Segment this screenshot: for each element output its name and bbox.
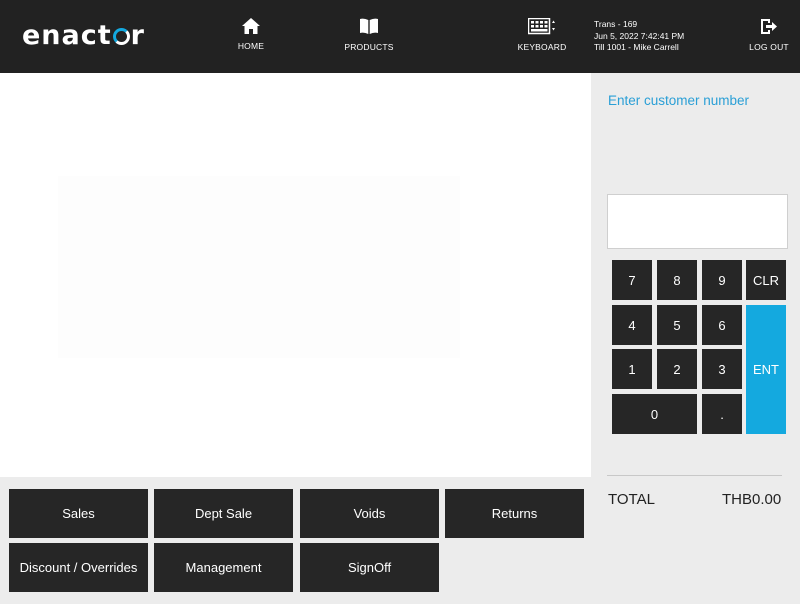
dept-sale-button[interactable]: Dept Sale xyxy=(154,489,293,538)
total-amount: THB0.00 xyxy=(722,491,782,508)
key-5[interactable]: 5 xyxy=(657,305,697,345)
keyboard-button[interactable]: KEYBOARD xyxy=(515,18,569,62)
home-icon xyxy=(242,18,260,34)
transaction-area xyxy=(0,73,591,477)
logout-icon xyxy=(761,19,777,34)
voids-button[interactable]: Voids xyxy=(300,489,439,538)
key-3[interactable]: 3 xyxy=(702,349,742,389)
transaction-info: Trans - 169 Jun 5, 2022 7:42:41 PM Till … xyxy=(594,19,684,54)
products-button[interactable]: PRODUCTS xyxy=(343,18,395,62)
input-prompt: Enter customer number xyxy=(608,93,750,108)
returns-button[interactable]: Returns xyxy=(445,489,584,538)
signoff-button[interactable]: SignOff xyxy=(300,543,439,592)
key-1[interactable]: 1 xyxy=(612,349,652,389)
key-9[interactable]: 9 xyxy=(702,260,742,300)
key-8[interactable]: 8 xyxy=(657,260,697,300)
home-button[interactable]: HOME xyxy=(234,18,268,62)
logo-text-end: r xyxy=(130,20,145,51)
keyboard-icon xyxy=(528,18,555,35)
till-operator: Till 1001 - Mike Carrell xyxy=(594,42,679,52)
keyboard-label: KEYBOARD xyxy=(517,42,567,52)
total-label: TOTAL xyxy=(608,491,655,508)
book-icon xyxy=(360,18,378,34)
logo-o-ring xyxy=(112,28,130,45)
enactor-logo: enact r xyxy=(22,18,145,54)
key-6[interactable]: 6 xyxy=(702,305,742,345)
logout-label: LOG OUT xyxy=(749,42,789,52)
transaction-datetime: Jun 5, 2022 7:42:41 PM xyxy=(594,30,685,41)
key-0[interactable]: 0 xyxy=(612,394,697,434)
key-7[interactable]: 7 xyxy=(612,260,652,300)
top-bar: enact r HOME PRODUCTS KEYBOARD Trans - 16… xyxy=(0,0,800,73)
clear-key[interactable]: CLR xyxy=(746,260,786,300)
discount-overrides-button[interactable]: Discount / Overrides xyxy=(9,543,148,592)
management-button[interactable]: Management xyxy=(154,543,293,592)
receipt-placeholder xyxy=(58,176,460,358)
decimal-key[interactable]: . xyxy=(702,394,742,434)
logo-text-start: enact xyxy=(22,20,112,51)
customer-number-input[interactable] xyxy=(607,194,788,249)
products-label: PRODUCTS xyxy=(344,42,394,52)
home-label: HOME xyxy=(237,41,265,51)
sales-button[interactable]: Sales xyxy=(9,489,148,538)
key-2[interactable]: 2 xyxy=(657,349,697,389)
logout-button[interactable]: LOG OUT xyxy=(748,18,790,62)
key-4[interactable]: 4 xyxy=(612,305,652,345)
total-divider xyxy=(607,475,782,476)
transaction-number: Trans - 169 xyxy=(594,19,638,29)
enter-key[interactable]: ENT xyxy=(746,305,786,434)
